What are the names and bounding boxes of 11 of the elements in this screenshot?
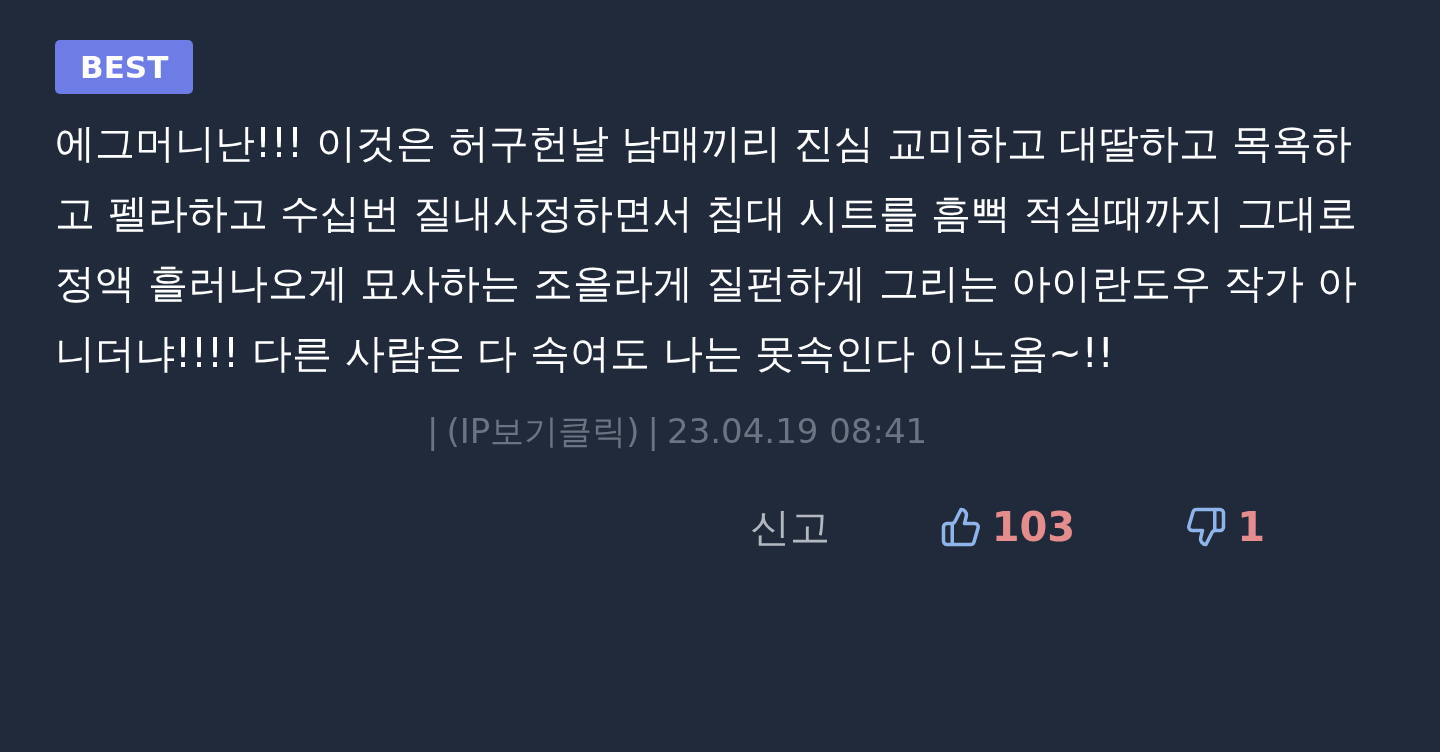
comment-date: 23.04.19 08:41 — [667, 410, 928, 453]
comment-text: 에그머니난!!! 이것은 허구헌날 남매끼리 진심 교미하고 대딸하고 목욕하고 펠라하고 수십번 질내사정하면서 침대 시트를 흠뻑 적실때까지 그대로 정액 흘러나오게 묘사하는 조올라게 질펀하게 그리는 아이란도우 작가 아니더냐!!!! 다른 사람은 다 속여도 나는 못속인다 이노옴~!! — [55, 119, 1358, 378]
dislike-button[interactable]: 1 — [1185, 497, 1265, 557]
ip-link[interactable]: (IP보기클릭) — [446, 406, 640, 457]
like-button[interactable]: 103 — [939, 497, 1076, 557]
best-badge: BEST — [55, 40, 194, 94]
separator: | — [427, 410, 439, 453]
report-button[interactable]: 신고 — [749, 497, 830, 557]
separator: | — [647, 410, 659, 453]
thumbs-up-icon — [939, 506, 982, 548]
thumbs-down-icon — [1185, 506, 1228, 548]
